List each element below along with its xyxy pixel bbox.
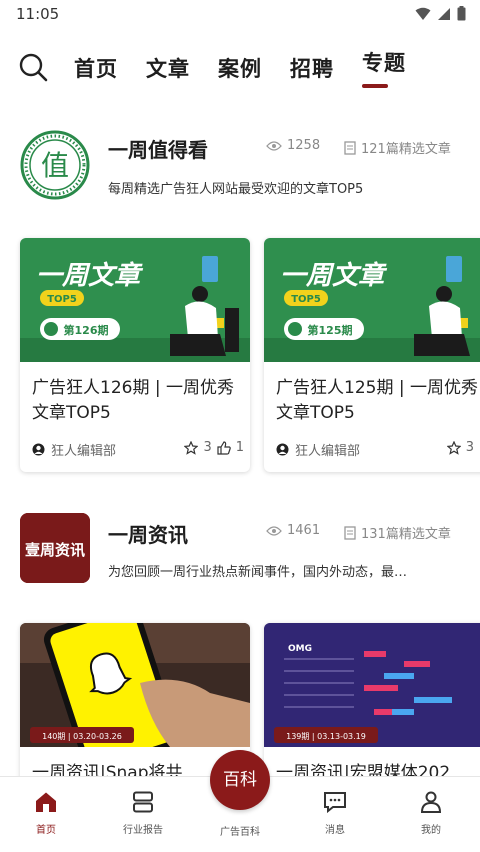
article-footer: 狂人编辑部 3 1: [32, 440, 244, 460]
status-time: 11:05: [16, 5, 60, 23]
view-count-value: 1258: [287, 138, 321, 153]
status-icons: [415, 6, 466, 21]
article-footer: 狂人编辑部 3: [276, 440, 480, 460]
article-title: 广告狂人126期 | 一周优秀文章TOP5: [32, 378, 234, 423]
bottom-nav-label: 首页: [36, 825, 56, 836]
eye-icon: [266, 525, 282, 536]
article-count-value: 121篇精选文章: [361, 142, 451, 157]
section-weekly-news[interactable]: 壹周资讯 一周资讯 1461 131篇精选文章 为您回顾一周行业热点新闻事件，国…: [0, 505, 480, 605]
article-cover-image: 一周文章 TOP5 第126期: [20, 238, 250, 362]
view-count-value: 1461: [287, 523, 321, 538]
tab-home[interactable]: 首页: [74, 53, 118, 83]
top-nav: 首页 文章 案例 招聘 专题: [0, 40, 480, 96]
bottom-nav-home[interactable]: 首页: [11, 791, 81, 836]
article-count-value: 131篇精选文章: [361, 527, 451, 542]
weekly-news-logo-text: 壹周资讯: [25, 541, 85, 559]
bottom-nav-label: 我的: [421, 825, 441, 836]
author: 狂人编辑部: [32, 440, 116, 459]
article-count: 131篇精选文章: [344, 523, 451, 542]
wifi-icon: [415, 7, 431, 20]
user-icon: [420, 791, 442, 813]
banner-title: 一周文章: [36, 261, 144, 291]
author-avatar-icon: [32, 443, 45, 456]
encyclopedia-label: 广告百科: [220, 827, 260, 838]
issue-number: 第125期: [308, 323, 353, 337]
view-count: 1461: [266, 523, 320, 538]
article-card[interactable]: 一周文章 TOP5 第126期 广告狂人126期 | 一周优秀文章TOP5 狂人…: [20, 238, 250, 472]
banner-tag: TOP5: [47, 294, 77, 305]
document-icon: [344, 525, 356, 540]
weekly-picks-logo: 值: [20, 130, 90, 200]
search-icon[interactable]: [18, 52, 48, 82]
tab-cases[interactable]: 案例: [218, 53, 262, 83]
weekly-picks-logo-char: 值: [41, 149, 69, 182]
tab-topics[interactable]: 专题: [362, 47, 406, 77]
section-description: 为您回顾一周行业热点新闻事件，国内外动态，最…: [108, 565, 408, 580]
author-name: 狂人编辑部: [295, 444, 361, 459]
section-description: 每周精选广告狂人网站最受欢迎的文章TOP5: [108, 182, 364, 197]
section-weekly-picks[interactable]: 值 一周值得看 1258 121篇精选文章 每周精选广告狂人网站最受欢迎的文章T…: [0, 120, 480, 220]
article-stats: 3 1: [184, 440, 244, 455]
bottom-nav-label: 消息: [325, 825, 345, 836]
bottom-nav-messages[interactable]: 消息: [300, 791, 370, 836]
tab-articles[interactable]: 文章: [146, 53, 190, 83]
report-icon: [133, 791, 153, 813]
message-icon: [324, 792, 346, 814]
home-icon: [36, 792, 56, 812]
bottom-nav-label: 行业报告: [123, 825, 163, 836]
issue-label: 139期 | 03.13-03.19: [286, 732, 366, 741]
tab-jobs[interactable]: 招聘: [290, 53, 334, 83]
author-avatar-icon: [276, 443, 289, 456]
article-title: 广告狂人125期 | 一周优秀文章TOP5: [276, 378, 478, 423]
bottom-nav-profile[interactable]: 我的: [396, 791, 466, 836]
encyclopedia-button[interactable]: 百科: [210, 750, 270, 810]
article-card[interactable]: 一周文章 TOP5 第125期 广告狂人125期 | 一周优秀文章TOP5 狂人…: [264, 238, 480, 472]
issue-number: 第126期: [64, 323, 109, 337]
section-title: 一周资讯: [108, 523, 188, 547]
weekly-news-logo: 壹周资讯: [20, 513, 90, 583]
author: 狂人编辑部: [276, 440, 360, 459]
article-count: 121篇精选文章: [344, 138, 451, 157]
thumbs-up-icon[interactable]: [217, 440, 231, 455]
status-bar: 11:05: [0, 0, 480, 28]
view-count: 1258: [266, 138, 320, 153]
signal-icon: [438, 7, 450, 20]
chart-header: OMG: [288, 644, 312, 654]
article-card[interactable]: OMG 139期 | 03.13-03.19 一周资讯|宏盟媒体202: [264, 623, 480, 793]
bottom-nav-reports[interactable]: 行业报告: [108, 791, 178, 836]
battery-icon: [457, 6, 466, 21]
article-cover-image: 一周文章 TOP5 第125期: [264, 238, 480, 362]
like-count: 1: [235, 440, 244, 455]
banner-tag: TOP5: [291, 294, 321, 305]
active-tab-indicator: [362, 84, 388, 88]
star-icon[interactable]: [446, 440, 461, 455]
issue-label: 140期 | 03.20-03.26: [42, 732, 122, 741]
document-icon: [344, 140, 356, 155]
article-stats: 3: [446, 440, 474, 455]
article-cover-image: OMG 139期 | 03.13-03.19: [264, 623, 480, 747]
star-icon[interactable]: [184, 440, 199, 455]
section-title: 一周值得看: [108, 138, 208, 162]
banner-title: 一周文章: [280, 261, 388, 291]
author-name: 狂人编辑部: [51, 444, 117, 459]
article-cover-image: 140期 | 03.20-03.26: [20, 623, 250, 747]
star-count: 3: [203, 440, 212, 455]
star-count: 3: [465, 440, 474, 455]
eye-icon: [266, 140, 282, 151]
